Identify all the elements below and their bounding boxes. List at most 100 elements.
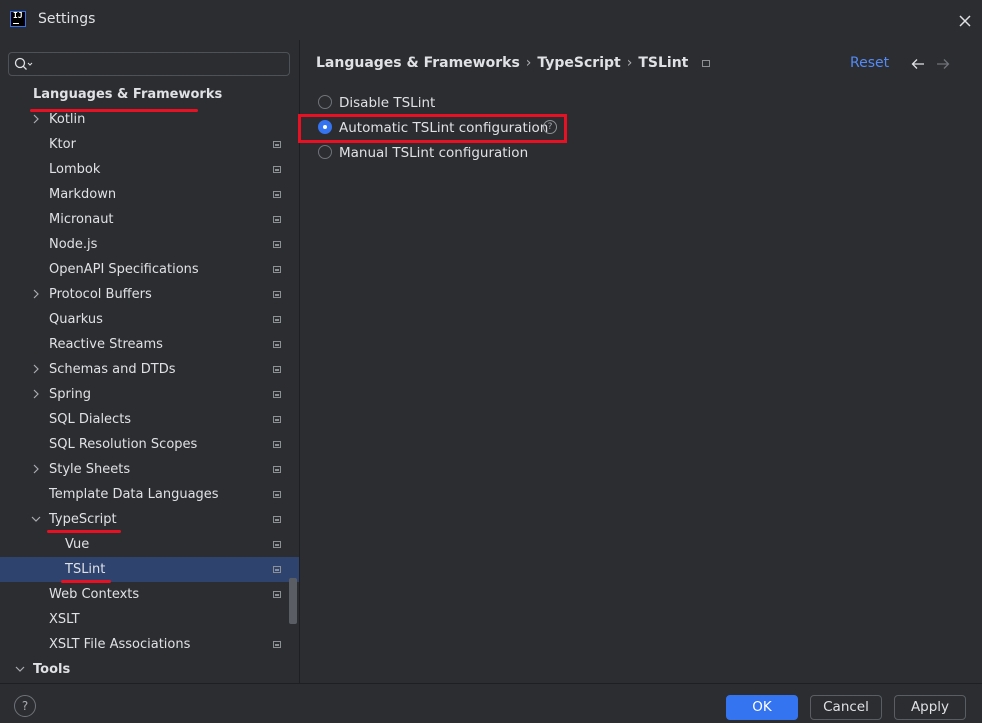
tree-item-kotlin[interactable]: Kotlin [0,107,299,132]
forward-arrow-icon[interactable] [936,58,950,70]
breadcrumb: Languages & Frameworks › TypeScript › TSLint [316,55,711,71]
project-settings-icon [273,141,281,148]
breadcrumb-separator-icon: › [626,55,633,71]
title-bar: IJ Settings [0,0,982,40]
project-settings-icon [273,366,281,373]
help-button[interactable]: ? [14,695,36,717]
radio-label: Disable TSLint [339,95,436,111]
tree-item-spring[interactable]: Spring [0,382,299,407]
tree-item-xslt[interactable]: XSLT [0,607,299,632]
back-arrow-icon[interactable] [911,58,925,70]
chevron-right-icon[interactable] [31,464,41,474]
dialog-footer: ? OK Cancel Apply [0,683,982,723]
ok-button[interactable]: OK [726,695,798,720]
radio-button[interactable] [318,145,332,159]
tree-item-label: SQL Resolution Scopes [49,437,198,452]
tree-item-label: Quarkus [49,312,103,327]
chevron-right-icon[interactable] [31,114,41,124]
chevron-down-icon[interactable] [31,514,41,524]
project-settings-icon [273,441,281,448]
chevron-right-icon[interactable] [31,289,41,299]
project-settings-icon [273,191,281,198]
tree-item-label: Markdown [49,187,117,202]
tree-item-label: Reactive Streams [49,337,163,352]
tree-item-label: Micronaut [49,212,114,227]
tree-item-vue[interactable]: Vue [0,532,299,557]
project-settings-icon [273,341,281,348]
tree-item-openapi-specifications[interactable]: OpenAPI Specifications [0,257,299,282]
tree-item-ktor[interactable]: Ktor [0,132,299,157]
search-input[interactable] [37,55,289,75]
tree-item-label: XSLT [49,612,80,627]
tree-section-label: Tools [33,662,71,677]
radio-label: Manual TSLint configuration [339,145,529,161]
tree-section-tools[interactable]: Tools [0,657,299,682]
breadcrumb-item[interactable]: Languages & Frameworks [316,55,520,71]
tree-item-lombok[interactable]: Lombok [0,157,299,182]
project-settings-icon [273,391,281,398]
settings-sidebar: Languages & Frameworks Kotlin Ktor Lombo… [0,40,299,683]
tree-item-sql-resolution-scopes[interactable]: SQL Resolution Scopes [0,432,299,457]
tree-item-sql-dialects[interactable]: SQL Dialects [0,407,299,432]
tree-item-label: OpenAPI Specifications [49,262,199,277]
radio-button[interactable] [318,95,332,109]
tree-item-label: Style Sheets [49,462,131,477]
tree-item-markdown[interactable]: Markdown [0,182,299,207]
tree-item-label: Vue [65,537,90,552]
tree-section-languages-frameworks[interactable]: Languages & Frameworks [0,82,299,107]
apply-button[interactable]: Apply [894,695,966,720]
close-icon[interactable] [956,12,974,30]
search-icon [14,57,33,70]
tree-item-label: Protocol Buffers [49,287,152,302]
tree-item-xslt-file-associations[interactable]: XSLT File Associations [0,632,299,657]
annotation-highlight-box [298,114,567,143]
project-settings-icon [273,641,281,648]
sidebar-scrollbar[interactable] [289,578,297,624]
chevron-right-icon[interactable] [31,364,41,374]
search-field[interactable] [8,52,290,76]
project-settings-icon [273,241,281,248]
project-settings-icon [273,216,281,223]
project-settings-icon [273,541,281,548]
tree-item-label: TSLint [65,562,106,577]
tree-item-label: Web Contexts [49,587,140,602]
tree-item-quarkus[interactable]: Quarkus [0,307,299,332]
project-settings-icon [273,466,281,473]
project-settings-icon [273,491,281,498]
project-settings-icon [702,59,711,67]
window-title: Settings [38,11,96,27]
project-settings-icon [273,291,281,298]
tree-section-label: Languages & Frameworks [33,87,223,102]
tree-item-schemas-and-dtds[interactable]: Schemas and DTDs [0,357,299,382]
project-settings-icon [273,316,281,323]
tree-item-label: Lombok [49,162,101,177]
project-settings-icon [273,566,281,573]
reset-link[interactable]: Reset [850,55,889,71]
tree-item-label: XSLT File Associations [49,637,191,652]
tree-item-nodejs[interactable]: Node.js [0,232,299,257]
intellij-app-icon: IJ [10,11,26,27]
tree-item-web-contexts[interactable]: Web Contexts [0,582,299,607]
cancel-button[interactable]: Cancel [810,695,882,720]
tree-item-label: Template Data Languages [49,487,219,502]
tree-item-typescript[interactable]: TypeScript [0,507,299,532]
tree-item-label: Spring [49,387,91,402]
project-settings-icon [273,516,281,523]
tree-item-reactive-streams[interactable]: Reactive Streams [0,332,299,357]
tree-item-label: Ktor [49,137,76,152]
tree-item-template-data-languages[interactable]: Template Data Languages [0,482,299,507]
tree-item-label: Node.js [49,237,98,252]
tree-item-tslint[interactable]: TSLint [0,557,299,582]
chevron-down-icon[interactable] [15,664,25,674]
tree-item-micronaut[interactable]: Micronaut [0,207,299,232]
chevron-right-icon[interactable] [31,389,41,399]
breadcrumb-item: TSLint [638,55,689,71]
tree-item-label: TypeScript [49,512,117,527]
breadcrumb-item[interactable]: TypeScript [537,55,620,71]
tree-item-protocol-buffers[interactable]: Protocol Buffers [0,282,299,307]
breadcrumb-separator-icon: › [525,55,532,71]
project-settings-icon [273,416,281,423]
tree-item-style-sheets[interactable]: Style Sheets [0,457,299,482]
project-settings-icon [273,266,281,273]
tree-item-label: SQL Dialects [49,412,132,427]
